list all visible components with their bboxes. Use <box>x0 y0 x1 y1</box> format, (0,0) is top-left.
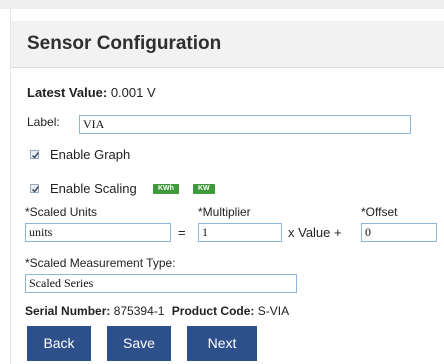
scaled-units-input[interactable] <box>25 223 171 242</box>
kwh-badge[interactable]: KWh <box>153 184 179 194</box>
enable-graph-label: Enable Graph <box>50 147 131 162</box>
page-title: Sensor Configuration <box>27 33 222 54</box>
product-code-label: Product Code: <box>171 304 255 318</box>
latest-value-label: Latest Value: <box>27 85 108 100</box>
label-input[interactable] <box>79 115 411 134</box>
kw-badge[interactable]: KW <box>193 184 215 194</box>
enable-scaling-label: Enable Scaling <box>50 181 137 196</box>
latest-value: Latest Value: 0.001 V <box>27 85 156 100</box>
top-strip <box>0 0 444 9</box>
latest-value-text: 0.001 V <box>110 85 156 100</box>
equals-sign: = <box>178 225 186 240</box>
serial-number-label: Serial Number: <box>25 304 111 318</box>
back-button[interactable]: Back <box>27 326 91 361</box>
checkmark-icon <box>31 186 40 193</box>
save-button[interactable]: Save <box>107 326 171 361</box>
offset-label: *Offset <box>361 205 398 219</box>
product-code-value: S-VIA <box>257 304 290 318</box>
measurement-type-label: *Scaled Measurement Type: <box>25 256 176 270</box>
enable-graph-checkbox[interactable] <box>30 150 40 159</box>
offset-input[interactable] <box>361 223 437 242</box>
sensor-configuration-panel: Sensor Configuration Latest Value: 0.001… <box>10 9 444 364</box>
device-info: Serial Number: 875394-1 Product Code: S-… <box>25 304 289 318</box>
times-value-text: x Value + <box>288 225 342 240</box>
label-field-label: Label: <box>27 115 60 129</box>
multiplier-label: *Multiplier <box>198 205 251 219</box>
measurement-type-input[interactable] <box>25 274 297 293</box>
checkmark-icon <box>31 152 40 159</box>
enable-scaling-checkbox[interactable] <box>30 184 40 193</box>
next-button[interactable]: Next <box>187 326 257 361</box>
scaled-units-label: *Scaled Units <box>25 205 98 219</box>
serial-number-value: 875394-1 <box>113 304 165 318</box>
panel-header: Sensor Configuration <box>11 21 444 68</box>
multiplier-input[interactable] <box>198 223 282 242</box>
